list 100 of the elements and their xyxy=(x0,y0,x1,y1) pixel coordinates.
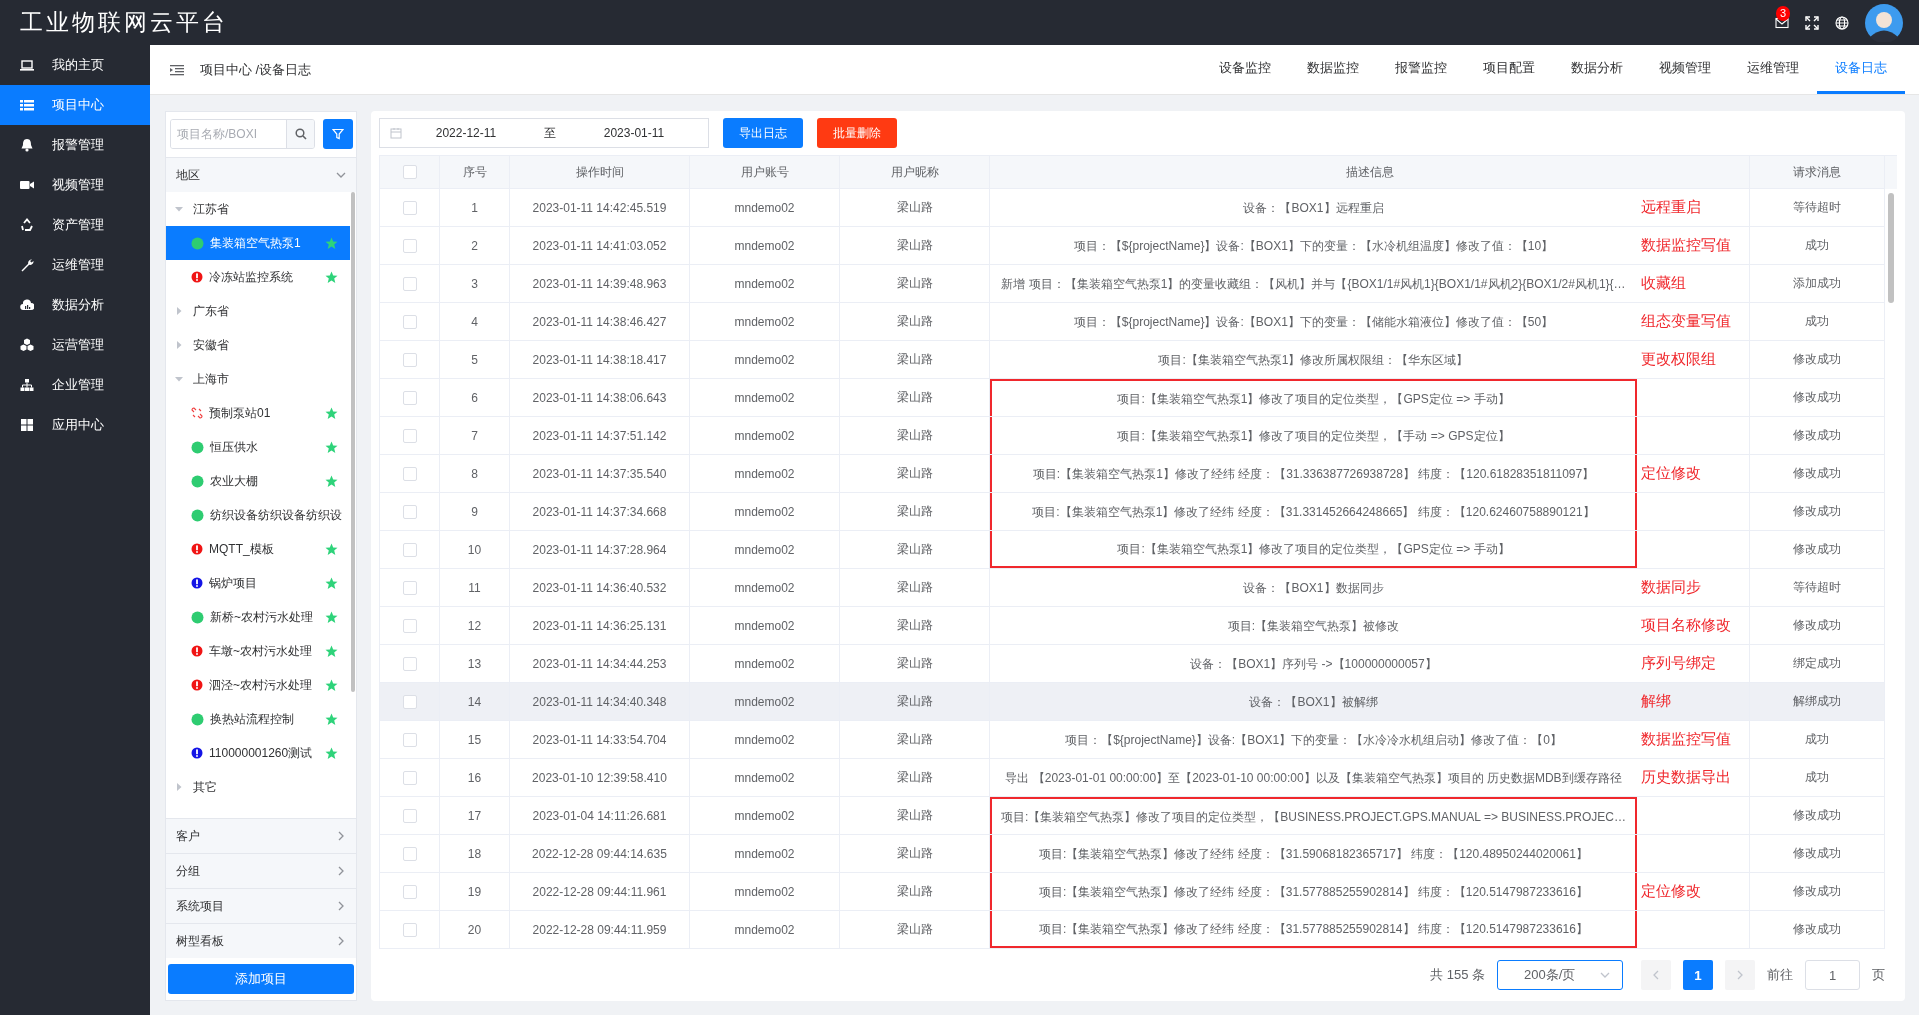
checkbox[interactable] xyxy=(402,808,417,823)
checkbox[interactable] xyxy=(402,694,417,709)
nav-tab[interactable]: 运维管理 xyxy=(1729,45,1817,94)
tree-item[interactable]: 110000001260测试 xyxy=(166,736,350,770)
sidebar-item[interactable]: 报警管理 xyxy=(0,125,150,165)
checkbox[interactable] xyxy=(402,466,417,481)
tree-item[interactable]: 换热站流程控制 xyxy=(166,702,350,736)
sidebar-item[interactable]: 数据分析 xyxy=(0,285,150,325)
table-cell: 18 xyxy=(440,835,510,873)
tree-item[interactable]: 车墩~农村污水处理 xyxy=(166,634,350,668)
table-cell: 梁山路 xyxy=(840,417,990,455)
tree-item[interactable]: 锅炉项目 xyxy=(166,566,350,600)
export-button[interactable]: 导出日志 xyxy=(723,118,803,148)
cloud-chart-icon xyxy=(20,298,34,312)
scrollbar[interactable] xyxy=(1888,193,1894,303)
nav-tab[interactable]: 数据监控 xyxy=(1289,45,1377,94)
accordion-header[interactable]: 系统项目 xyxy=(166,888,356,923)
add-project-button[interactable]: 添加项目 xyxy=(168,964,354,994)
tree-item[interactable]: 泗泾~农村污水处理 xyxy=(166,668,350,702)
table-cell: 梁山路 xyxy=(840,873,990,911)
nav-tab[interactable]: 视频管理 xyxy=(1641,45,1729,94)
accordion-header[interactable]: 地区 xyxy=(166,157,356,192)
nav-tab[interactable]: 设备日志 xyxy=(1817,45,1905,94)
table-cell-text: 项目:【集装箱空气热泵1】修改所属权限组：【华东区域】 xyxy=(1157,351,1470,369)
nav-tab[interactable]: 设备监控 xyxy=(1201,45,1289,94)
tree-item[interactable]: 恒压供水 xyxy=(166,430,350,464)
search-field[interactable]: 项目名称/BOXI xyxy=(170,119,315,149)
page-size-select[interactable]: 200条/页 xyxy=(1497,960,1623,990)
date-range-field[interactable]: 2022-12-11 至 2023-01-11 xyxy=(379,118,709,148)
table-cell: 1 xyxy=(440,189,510,227)
checkbox[interactable] xyxy=(402,238,417,253)
checkbox[interactable] xyxy=(402,618,417,633)
tree-item[interactable]: MQTT_模板 xyxy=(166,532,350,566)
fullscreen-icon[interactable] xyxy=(1805,15,1819,30)
tree-item[interactable]: 其它 xyxy=(166,770,350,804)
checkbox[interactable] xyxy=(402,276,417,291)
tree-item[interactable]: 江苏省 xyxy=(166,192,350,226)
filter-button[interactable] xyxy=(323,119,353,149)
checkbox[interactable] xyxy=(402,165,417,179)
table-cell: 梁山路 xyxy=(840,455,990,493)
page-number[interactable]: 1 xyxy=(1683,960,1713,990)
checkbox[interactable] xyxy=(402,922,417,937)
checkbox[interactable] xyxy=(402,352,417,367)
tree-item[interactable]: 上海市 xyxy=(166,362,350,396)
table-cell: 2023-01-11 14:37:35.540 xyxy=(510,455,690,493)
checkbox[interactable] xyxy=(402,580,417,595)
table-cell: 修改成功 xyxy=(1750,873,1885,911)
avatar-icon[interactable] xyxy=(1865,3,1903,42)
checkbox[interactable] xyxy=(402,390,417,405)
checkbox[interactable] xyxy=(402,428,417,443)
table-cell: 11 xyxy=(440,569,510,607)
tree-item[interactable]: 集装箱空气热泵1 xyxy=(166,226,350,260)
sidebar-item[interactable]: 企业管理 xyxy=(0,365,150,405)
accordion-header[interactable]: 客户 xyxy=(166,818,356,853)
tree-item[interactable]: 安徽省 xyxy=(166,328,350,362)
nav-tab[interactable]: 项目配置 xyxy=(1465,45,1553,94)
mail-icon[interactable] xyxy=(1775,16,1789,29)
accordion-header[interactable]: 树型看板 xyxy=(166,923,356,958)
menu-icon[interactable] xyxy=(170,63,184,76)
checkbox[interactable] xyxy=(402,884,417,899)
checkbox[interactable] xyxy=(402,314,417,329)
tree-item[interactable]: 预制泵站01 xyxy=(166,396,350,430)
tree-item[interactable]: 农业大棚 xyxy=(166,464,350,498)
tree-item[interactable]: 纺织设备纺织设备纺织设 xyxy=(166,498,350,532)
nav-tab[interactable]: 报警监控 xyxy=(1377,45,1465,94)
sidebar-item[interactable]: 项目中心 xyxy=(0,85,150,125)
checkbox[interactable] xyxy=(402,732,417,747)
table-cell: 项目:【集装箱空气热泵】修改了经纬 经度：【31.577885255902814】 纬度：【120.5147987233616】 xyxy=(990,911,1637,948)
nav-tab[interactable]: 数据分析 xyxy=(1553,45,1641,94)
sidebar-item[interactable]: 运营管理 xyxy=(0,325,150,365)
checkbox[interactable] xyxy=(402,504,417,519)
table-cell: mndemo02 xyxy=(690,569,840,607)
sidebar-item[interactable]: 资产管理 xyxy=(0,205,150,245)
annotation-note: 定位修改 xyxy=(1641,464,1701,483)
search-button[interactable] xyxy=(286,120,314,148)
batch-delete-button[interactable]: 批量删除 xyxy=(817,118,897,148)
sidebar-item[interactable]: 运维管理 xyxy=(0,245,150,285)
sidebar-item[interactable]: 我的主页 xyxy=(0,45,150,85)
checkbox[interactable] xyxy=(402,542,417,557)
table-cell-text: 设备：【BOX1】序列号 ->【100000000057】 xyxy=(1189,655,1438,673)
table-cell: 成功 xyxy=(1750,721,1885,759)
sidebar-item[interactable]: 视频管理 xyxy=(0,165,150,205)
checkbox[interactable] xyxy=(402,656,417,671)
tree-item[interactable]: 广东省 xyxy=(166,294,350,328)
table-cell-text: 项目：【${projectName}】设备:【BOX1】下的变量：【水冷冷水机组启动】修改了值：【0】 xyxy=(1064,731,1563,749)
scrollbar[interactable] xyxy=(351,192,355,692)
page-input[interactable]: 1 xyxy=(1805,960,1860,990)
tree-item[interactable]: 新桥~农村污水处理 xyxy=(166,600,350,634)
checkbox[interactable] xyxy=(402,770,417,785)
accordion-header[interactable]: 分组 xyxy=(166,853,356,888)
table-cell: 修改成功 xyxy=(1750,455,1885,493)
hierarchy-icon xyxy=(20,378,34,392)
table-cell: 成功 xyxy=(1750,227,1885,265)
checkbox[interactable] xyxy=(402,846,417,861)
sidebar-item[interactable]: 应用中心 xyxy=(0,405,150,445)
globe-icon[interactable] xyxy=(1835,15,1849,30)
tree-item[interactable]: 冷冻站监控系统 xyxy=(166,260,350,294)
table-cell: 4 xyxy=(440,303,510,341)
checkbox[interactable] xyxy=(402,200,417,215)
table-cell: 2023-01-11 14:38:06.643 xyxy=(510,379,690,417)
